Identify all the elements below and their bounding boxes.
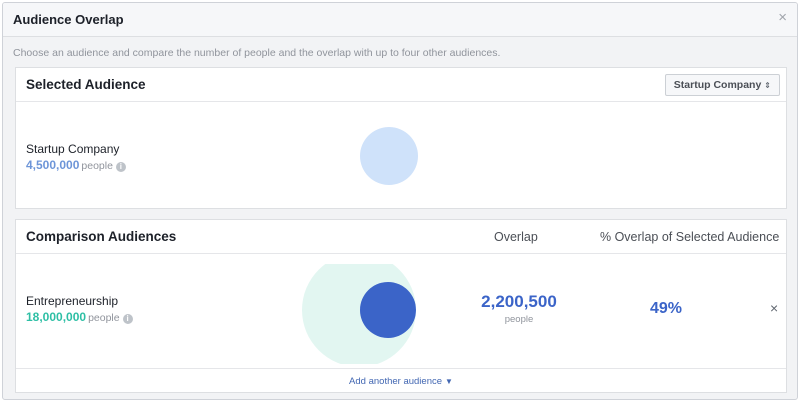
close-icon[interactable]: × — [778, 10, 787, 26]
pct-overlap-column-header: % Overlap of Selected Audience — [600, 230, 780, 244]
audience-overlap-dialog: Audience Overlap × Choose an audience an… — [2, 2, 798, 400]
dialog-title: Audience Overlap — [13, 12, 124, 27]
comparison-audience-unit: people — [88, 312, 120, 324]
venn-diagram — [302, 264, 416, 364]
overlap-column-header: Overlap — [494, 230, 538, 244]
caret-down-icon: ▼ — [445, 377, 453, 386]
comparison-audience-name: Entrepreneurship — [26, 294, 119, 308]
comparison-audiences-panel: Comparison Audiences Overlap % Overlap o… — [15, 219, 787, 393]
selected-venn-circle — [360, 127, 418, 185]
info-icon[interactable]: i — [115, 162, 126, 172]
selected-audience-count: 4,500,000 people i — [26, 158, 126, 172]
overlap-unit: people — [504, 314, 534, 325]
add-another-audience-label: Add another audience — [349, 376, 443, 387]
comparison-audience-count-value: 18,000,000 — [26, 310, 87, 324]
selected-audience-circle — [360, 127, 418, 185]
dialog-header: Audience Overlap × — [3, 3, 797, 37]
dialog-subtitle: Choose an audience and compare the numbe… — [13, 47, 501, 59]
info-icon[interactable]: i — [122, 314, 133, 324]
selected-audience-dropdown[interactable]: Startup Company ⇕ — [664, 74, 780, 96]
selected-audience-panel: Selected Audience Startup Company ⇕ Start… — [15, 67, 787, 209]
dropdown-value: Startup Company — [673, 79, 762, 91]
add-another-audience-link[interactable]: Add another audience ▼ — [16, 368, 786, 394]
comparison-audiences-header: Comparison Audiences Overlap % Overlap o… — [16, 220, 786, 254]
comparison-audiences-title: Comparison Audiences — [26, 229, 177, 244]
sort-arrows-icon: ⇕ — [764, 81, 771, 90]
selected-audience-name: Startup Company — [26, 142, 120, 156]
selected-audience-count-value: 4,500,000 — [26, 158, 80, 172]
comparison-audience-count: 18,000,000 people i — [26, 310, 133, 324]
overlap-percentage: 49% — [649, 300, 683, 317]
selected-audience-header: Selected Audience Startup Company ⇕ — [16, 68, 786, 102]
overlap-count: 2,200,500 — [481, 292, 557, 311]
remove-audience-icon[interactable]: × — [770, 300, 778, 316]
selected-audience-title: Selected Audience — [26, 77, 146, 92]
selected-audience-unit: people — [81, 160, 113, 172]
